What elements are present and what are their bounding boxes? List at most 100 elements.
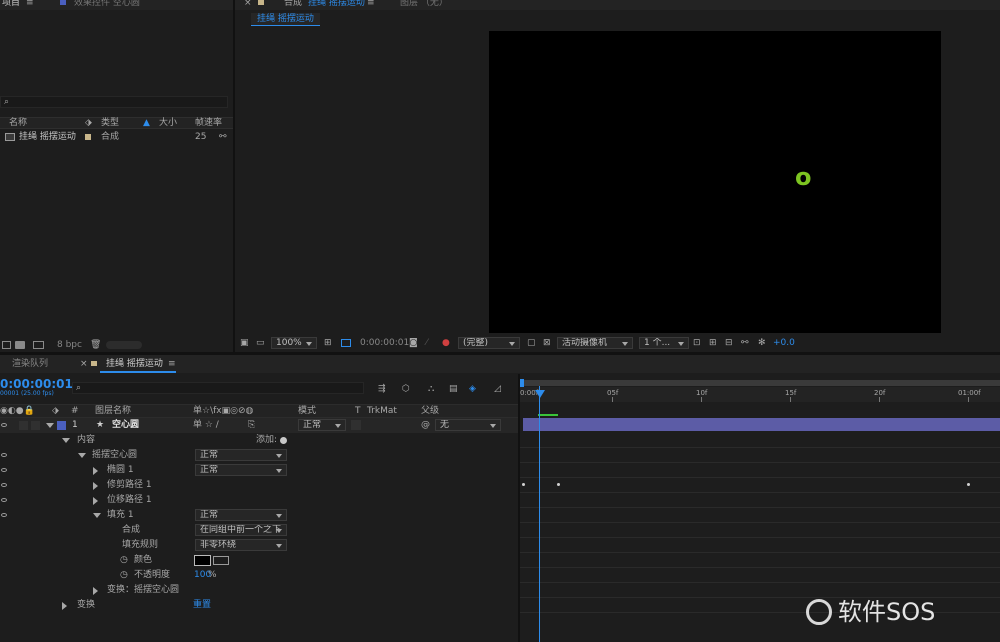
comp-tab-label[interactable]: 合成	[284, 0, 302, 9]
layer-expand-arrow-icon[interactable]	[46, 423, 54, 428]
pick-whip-icon[interactable]: @	[421, 419, 430, 431]
composite-dropdown[interactable]: 在同组中前一个之下	[195, 524, 287, 536]
layer-row[interactable]: 1 ★ 空心圆 单 ☆ / ⎘ 正常 @ 无	[0, 418, 518, 433]
new-folder-icon[interactable]	[15, 341, 25, 349]
stopwatch-icon[interactable]: ◷	[120, 554, 128, 566]
playhead-handle-icon[interactable]	[535, 390, 545, 398]
safe-zones-icon[interactable]: ⊞	[324, 337, 332, 349]
playhead-line[interactable]	[539, 386, 540, 642]
flowchart-icon[interactable]: ⚯	[741, 337, 749, 349]
column-trkmat[interactable]: TrkMat	[367, 405, 397, 417]
layer-link-icon[interactable]: ⎘	[248, 419, 255, 431]
close-tab-icon[interactable]: ×	[244, 0, 252, 9]
fast-preview-icon[interactable]: ⊞	[709, 337, 717, 349]
visibility-eye-icon[interactable]	[1, 468, 7, 472]
collapse-arrow-icon[interactable]	[62, 602, 67, 610]
reset-link[interactable]: 重置	[193, 599, 211, 611]
views-dropdown[interactable]: 1 个...	[639, 337, 689, 349]
collapse-arrow-icon[interactable]	[93, 587, 98, 595]
visibility-eye-icon[interactable]	[1, 513, 7, 517]
property-row-opacity[interactable]: ◷ 不透明度 100 %	[0, 568, 518, 583]
timeline-icon[interactable]: ⊟	[725, 337, 733, 349]
effects-tab[interactable]: 效果控件 空心圆	[74, 0, 140, 9]
collapse-arrow-icon[interactable]	[93, 467, 98, 475]
channel-icon[interactable]: ●	[442, 337, 450, 349]
tab-menu-icon[interactable]: ≡	[168, 358, 176, 370]
tab-menu-icon[interactable]: ≡	[367, 0, 375, 9]
layer-switches[interactable]: 单 ☆ /	[193, 419, 219, 431]
comp-subtab[interactable]: 挂绳 摇摆运动	[251, 13, 320, 26]
interpret-footage-icon[interactable]	[2, 341, 11, 349]
bpc-label[interactable]: 8 bpc	[57, 339, 82, 351]
label-column-icon[interactable]: ⬗	[85, 117, 92, 129]
time-ruler[interactable]: 0:00f 05f 10f 15f 20f 01:00f	[520, 387, 1000, 402]
resolution-dropdown[interactable]: (完整)	[458, 337, 520, 349]
draft-3d-icon[interactable]: ⬡	[402, 383, 410, 395]
keyframe[interactable]	[967, 483, 970, 486]
transparency-grid-icon[interactable]: ⊠	[543, 337, 551, 349]
property-row-trim[interactable]: 修剪路径 1	[0, 478, 518, 493]
expand-arrow-icon[interactable]	[78, 453, 86, 458]
fill-rule-dropdown[interactable]: 非零环绕	[195, 539, 287, 551]
shy-layers-icon[interactable]: ⛬	[428, 383, 434, 395]
flowchart-icon[interactable]: ⚯	[219, 131, 227, 143]
layer-tab[interactable]: 图层 （无）	[400, 0, 448, 9]
property-row-composite[interactable]: 合成 在同组中前一个之下	[0, 523, 518, 538]
camera-dropdown[interactable]: 活动摄像机	[557, 337, 633, 349]
keyframe[interactable]	[557, 483, 560, 486]
grid-icon[interactable]: ▣	[240, 337, 249, 349]
property-row-group-transform[interactable]: 变换：摇摆空心圆	[0, 583, 518, 598]
project-item-row[interactable]: 挂绳 摇摆运动 合成 25 ⚯	[0, 130, 233, 143]
visibility-eye-icon[interactable]	[1, 453, 7, 457]
property-row-fill-rule[interactable]: 填充规则 非零环绕	[0, 538, 518, 553]
add-label[interactable]: 添加:	[256, 434, 277, 446]
project-tab[interactable]: 项目	[2, 0, 20, 9]
layer-search-input[interactable]: ⌕	[72, 382, 364, 394]
new-comp-icon[interactable]	[33, 341, 44, 349]
snapshot-icon[interactable]: ◙	[409, 337, 418, 349]
visibility-eye-icon[interactable]	[1, 483, 7, 487]
property-row-transform[interactable]: 变换 重置	[0, 598, 518, 613]
group-mode-dropdown[interactable]: 正常	[195, 449, 287, 461]
comp-viewer[interactable]: o	[489, 31, 941, 333]
property-row-fill[interactable]: 填充 1 正常	[0, 508, 518, 523]
pixel-aspect-icon[interactable]: ⊡	[693, 337, 701, 349]
fill-mode-dropdown[interactable]: 正常	[195, 509, 287, 521]
exposure-icon[interactable]: ✻	[758, 337, 766, 349]
tab-menu-icon[interactable]: ≡	[26, 0, 34, 9]
layer-label-swatch[interactable]	[57, 421, 66, 430]
column-size[interactable]: 大小	[159, 117, 177, 129]
layer-name[interactable]: 空心圆	[112, 419, 139, 431]
mask-visibility-icon[interactable]	[341, 339, 351, 347]
render-queue-tab[interactable]: 渲染队列	[12, 358, 48, 370]
stopwatch-icon[interactable]: ◷	[120, 569, 128, 581]
visibility-eye-icon[interactable]	[1, 423, 7, 427]
collapse-arrow-icon[interactable]	[93, 482, 98, 490]
column-switches[interactable]: 单☆\fx▣◎⊘◍	[193, 405, 253, 417]
column-mode[interactable]: 模式	[298, 405, 316, 417]
shape-layer-circle[interactable]: o	[795, 165, 812, 189]
work-area-start-handle[interactable]	[520, 379, 524, 387]
property-row-group[interactable]: 摇摆空心圆 正常	[0, 448, 518, 463]
color-swatch[interactable]	[194, 555, 211, 566]
zoom-dropdown[interactable]: 100%	[271, 337, 317, 349]
show-snapshot-icon[interactable]: ⁄	[426, 337, 428, 349]
property-row-content[interactable]: 内容 添加:	[0, 433, 518, 448]
timeline-comp-tab[interactable]: 挂绳 摇摆运动	[106, 358, 163, 370]
add-menu-icon[interactable]	[280, 437, 287, 444]
project-search-input[interactable]: ⌕	[0, 96, 228, 108]
column-layer-name[interactable]: 图层名称	[95, 405, 131, 417]
comp-tab-name[interactable]: 挂绳 摇摆运动	[308, 0, 365, 9]
blend-mode-dropdown[interactable]: 正常	[298, 419, 346, 431]
eyedropper-icon[interactable]	[213, 556, 229, 565]
motion-blur-icon[interactable]: ◈	[469, 383, 476, 395]
column-type[interactable]: 类型	[101, 117, 119, 129]
property-row-color[interactable]: ◷ 颜色	[0, 553, 518, 568]
frame-blending-icon[interactable]: ▤	[449, 383, 458, 395]
graph-editor-icon[interactable]: ◿	[494, 383, 501, 395]
exposure-value[interactable]: +0.0	[773, 337, 795, 349]
preserve-transparency-toggle[interactable]	[351, 420, 361, 430]
work-area-bar[interactable]	[520, 380, 1000, 386]
parent-dropdown[interactable]: 无	[435, 419, 501, 431]
layer-duration-bar[interactable]	[523, 418, 1000, 431]
